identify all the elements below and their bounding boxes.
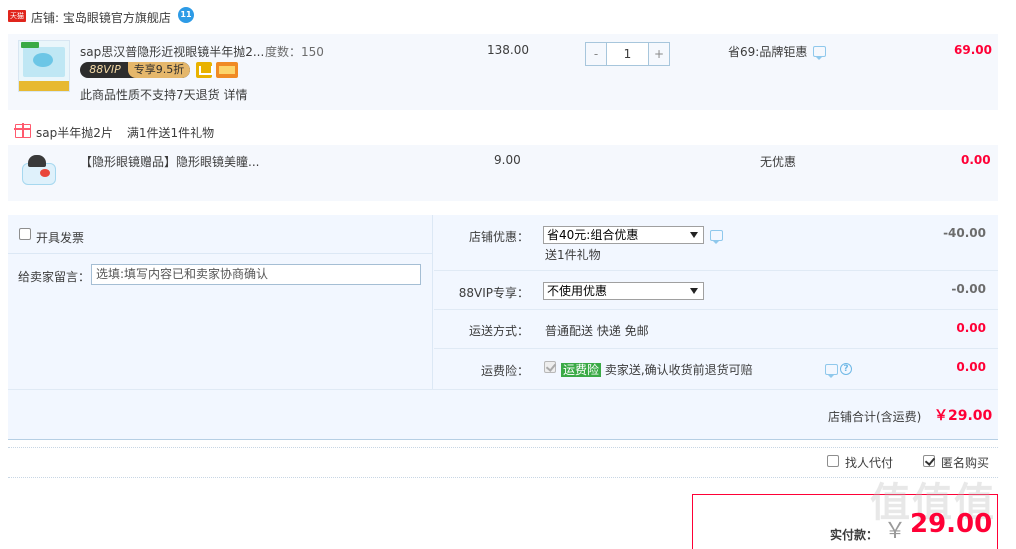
proxy-pay-label[interactable]: 找人代付: [845, 454, 893, 471]
gift-promotion-status: 无优惠: [760, 155, 797, 169]
qty-minus-button[interactable]: -: [586, 43, 606, 65]
divider: [434, 309, 998, 310]
shop-total-value: ￥29.00: [934, 408, 993, 424]
shop-discount-sub: 送1件礼物: [545, 248, 601, 262]
88vip-discount-badge: 88VIP 专享9.5折: [80, 62, 190, 78]
shipping-method: 普通配送 快递 免邮: [545, 324, 649, 338]
message-label: 给卖家留言：: [18, 270, 91, 284]
proxy-pay-checkbox[interactable]: [827, 455, 839, 467]
insurance-text: 卖家送,确认收货前退货可赔: [604, 363, 753, 377]
gift-name: sap半年抛2片: [36, 126, 113, 140]
anonymous-label[interactable]: 匿名购买: [941, 454, 989, 471]
chevron-down-icon: [690, 232, 698, 238]
pay-label: 实付款：: [830, 528, 879, 542]
qty-plus-button[interactable]: +: [649, 43, 669, 65]
seller-message-input[interactable]: 选填:填写内容已和卖家协商确认: [91, 264, 421, 285]
88vip-discount-label: 专享9.5折: [128, 62, 190, 78]
insurance-info-icon[interactable]: [825, 364, 838, 378]
unit-price: 138.00: [487, 43, 529, 57]
vip-value: 不使用优惠: [547, 284, 608, 298]
shop-label: 店铺:: [31, 11, 60, 25]
shipping-label: 运送方式：: [468, 324, 529, 338]
divider: [434, 348, 998, 349]
shop-discount-label: 店铺优惠：: [468, 230, 529, 244]
credit-card-icon[interactable]: [216, 62, 238, 78]
chevron-down-icon: [690, 288, 698, 294]
insurance-desc: 运费险 卖家送,确认收货前退货可赔: [561, 361, 753, 378]
shop-discount-amount: -40.00: [943, 226, 986, 240]
gift-unit-price: 9.00: [494, 153, 521, 167]
shop-total-label: 店铺合计(含运费): [828, 410, 922, 424]
tmall-icon: 天猫: [8, 10, 26, 22]
gift-icon: [14, 123, 31, 138]
divider: [8, 477, 998, 478]
insurance-label: 运费险：: [480, 364, 529, 378]
gift-rule: 满1件送1件礼物: [126, 126, 215, 140]
discount-info-icon[interactable]: [710, 230, 723, 244]
qty-input[interactable]: 1: [606, 43, 649, 65]
promo-info-icon[interactable]: [813, 46, 826, 60]
wangwang-chat-icon[interactable]: 11: [178, 7, 194, 23]
insurance-badge: 运费险: [561, 363, 602, 377]
guarantee-icon[interactable]: [196, 62, 213, 78]
return-policy-note[interactable]: 此商品性质不支持7天退货 详情: [80, 86, 247, 103]
divider: [8, 253, 433, 254]
invoice-checkbox[interactable]: [19, 228, 31, 240]
item-subtotal: 69.00: [954, 43, 992, 57]
divider: [8, 389, 998, 390]
88vip-label: 88VIP: [89, 63, 121, 76]
insurance-amount: 0.00: [956, 360, 986, 374]
product-thumbnail-lens-case[interactable]: [18, 153, 60, 191]
product-sku: 度数：150: [265, 45, 324, 59]
shop-name-link[interactable]: 店铺: 宝岛眼镜官方旗舰店: [31, 9, 171, 26]
vip-select[interactable]: 不使用优惠: [543, 282, 704, 300]
vip-label: 88VIP专享：: [458, 286, 529, 300]
gift-subtotal: 0.00: [961, 153, 991, 167]
product-thumbnail-contact-lens[interactable]: [18, 40, 70, 92]
gift-promotion: sap半年抛2片 满1件送1件礼物: [36, 124, 214, 141]
quantity-stepper[interactable]: - 1 +: [585, 42, 670, 66]
pay-currency: ￥: [884, 519, 907, 544]
shop-discount-value: 省40元:组合优惠: [547, 228, 639, 242]
shop-name[interactable]: 宝岛眼镜官方旗舰店: [63, 11, 171, 25]
invoice-label[interactable]: 开具发票: [36, 229, 84, 246]
shipping-amount: 0.00: [956, 321, 986, 335]
shop-discount-select[interactable]: 省40元:组合优惠: [543, 226, 704, 244]
pay-total: 29.00: [910, 509, 993, 539]
product-title-link[interactable]: sap思汉普隐形近视眼镜半年抛2...: [80, 43, 264, 60]
vip-amount: -0.00: [951, 282, 986, 296]
item-promotion: 省69:品牌钜惠: [728, 45, 808, 59]
help-icon[interactable]: ?: [840, 363, 852, 375]
anonymous-checkbox[interactable]: [923, 455, 935, 467]
divider: [8, 447, 998, 448]
gift-title-link[interactable]: 【隐形眼镜赠品】隐形眼镜美瞳...: [80, 153, 259, 170]
insurance-checkbox: [544, 361, 556, 373]
divider: [434, 270, 998, 271]
